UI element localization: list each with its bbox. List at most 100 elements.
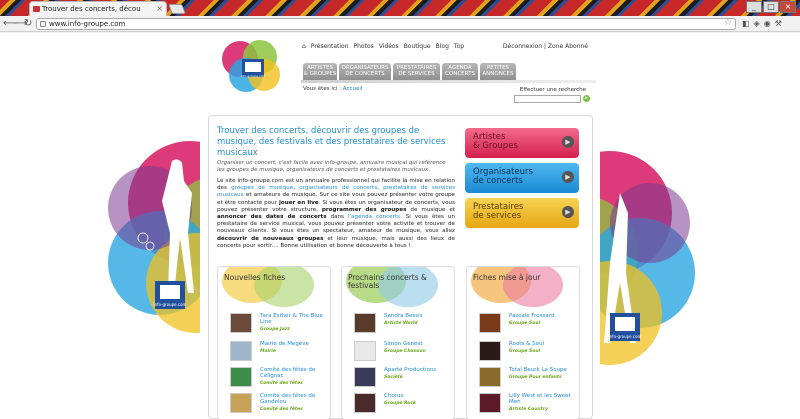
list-item[interactable]: Comité des fêtes de Gandelou Comité des f… — [230, 393, 326, 415]
item-category: Groupe Chanson — [384, 349, 426, 354]
item-title[interactable]: Comité des fêtes de Gandelou — [260, 393, 328, 405]
menu-label: DE SERVICES — [398, 71, 435, 77]
item-category: Société — [384, 375, 403, 380]
menu-artistes[interactable]: ARTISTES & GROUPES — [303, 63, 337, 80]
thumbnail — [354, 341, 376, 361]
item-category: Groupe Pour enfants — [509, 375, 562, 380]
page-title: Trouver des concerts, découvrir des grou… — [217, 126, 446, 158]
list-item[interactable]: Mairie de Megève Mairie — [230, 341, 326, 363]
arrow-right-icon: ▶ — [562, 206, 574, 218]
nav-blog[interactable]: Blog — [436, 43, 449, 50]
minimize-button[interactable]: _ — [746, 1, 762, 13]
panel-title: Fiches mise à jour — [473, 273, 541, 282]
breadcrumb-home-link[interactable]: Accueil — [343, 86, 363, 92]
bookmark-star-icon[interactable]: ☆ — [724, 18, 732, 28]
nav-photos[interactable]: Photos — [354, 43, 374, 50]
intro-bold: découvrir de nouveaux groupes — [217, 235, 324, 242]
link-agenda[interactable]: l'agenda concerts — [348, 214, 400, 220]
browser-titlebar: Trouver des concerts, décou × _ □ × — [0, 0, 800, 16]
item-title[interactable]: Pascale Frossard — [509, 313, 577, 319]
item-title[interactable]: Aparté Productions — [384, 367, 452, 373]
panel-title: Prochains concerts & festivals — [348, 273, 427, 290]
menu-label: & GROUPES — [303, 71, 337, 77]
nav-videos[interactable]: Vidéos — [379, 43, 399, 50]
list-item[interactable]: Comité des fêtes de Celignac Comité des f… — [230, 367, 326, 389]
menu-prestataires[interactable]: PRESTATAIRES DE SERVICES — [393, 63, 440, 80]
item-title[interactable]: Tara Esther & The Blue Line — [260, 313, 328, 325]
breadcrumb: Vous êtes ici : Accueil — [303, 86, 362, 92]
wrench-icon[interactable]: ⚒ — [775, 18, 782, 30]
extension-icons: ◧ ◈ ◉ ⚒ — [742, 18, 782, 30]
window-controls: _ □ × — [746, 1, 796, 14]
thumbnail — [230, 313, 252, 333]
item-title[interactable]: Total Beurk La Soupe — [509, 367, 577, 373]
new-tab-button[interactable] — [168, 4, 186, 14]
reload-icon[interactable]: ↻ — [24, 18, 32, 30]
intro-bold: programmer des groupes — [321, 206, 407, 213]
logo-text: info-groupe.com — [241, 74, 266, 78]
item-title[interactable]: Sandra Bessis — [384, 313, 452, 319]
account-links[interactable]: Déconnexion | Zone Abonné — [503, 43, 588, 50]
item-category: Artiste Country — [509, 407, 548, 412]
extension-icon[interactable]: ◉ — [764, 18, 771, 30]
search-input[interactable] — [514, 95, 581, 103]
item-title[interactable]: Roots & Soul — [509, 341, 577, 347]
list-item[interactable]: Aparté Productions Société — [354, 367, 450, 389]
site-logo[interactable]: info-groupe.com — [218, 37, 286, 95]
thumbnail — [230, 341, 252, 361]
list-item[interactable]: Simon Genest Groupe Chanson — [354, 341, 450, 363]
close-window-button[interactable]: × — [780, 1, 796, 13]
right-logo-text: info-groupe.com — [609, 334, 642, 339]
item-title[interactable]: Mairie de Megève — [260, 341, 328, 347]
favicon-icon — [33, 6, 40, 12]
list-item[interactable]: Pascale Frossard Groupe Soul — [479, 313, 575, 335]
home-icon[interactable]: ⌂ — [302, 43, 306, 50]
main-content: Trouver des concerts, découvrir des grou… — [208, 115, 593, 419]
item-title[interactable]: Comité des fêtes de Celignac — [260, 367, 328, 379]
panel-header: Fiches mise à jour — [467, 267, 579, 307]
page-icon — [40, 21, 46, 27]
top-nav: ⌂ Présentation Photos Vidéos Boutique Bl… — [302, 43, 464, 50]
intro-text: dans — [326, 214, 348, 221]
extension-icon[interactable]: ◈ — [754, 18, 760, 30]
nav-boutique[interactable]: Boutique — [404, 43, 431, 50]
search-label: Effectuer une recherche — [519, 87, 586, 93]
search-go-button[interactable]: ▸ — [583, 95, 590, 102]
link-organisateurs[interactable]: organisateurs de concerts — [299, 185, 377, 191]
item-title[interactable]: Simon Genest — [384, 341, 452, 347]
item-title[interactable]: Lilly West et les Sweet Men — [509, 393, 577, 405]
list-item[interactable]: Total Beurk La Soupe Groupe Pour enfants — [479, 367, 575, 389]
close-tab-icon[interactable]: × — [156, 2, 163, 16]
maximize-button[interactable]: □ — [763, 1, 779, 13]
item-category: Groupe Rock — [384, 401, 417, 406]
menu-organisateurs[interactable]: ORGANISATEURS DE CONCERTS — [339, 63, 391, 80]
list-item[interactable]: Chorus Groupe Rock — [354, 393, 450, 415]
link-groupes[interactable]: groupes de musique — [231, 185, 293, 191]
menu-annonces[interactable]: PETITES ANNONCES — [480, 63, 516, 80]
artistes-button[interactable]: Artistes & Groupes ▶ — [465, 128, 579, 158]
item-category: Groupe Jazz — [260, 327, 290, 332]
list-item[interactable]: Lilly West et les Sweet Men Artiste Count… — [479, 393, 575, 415]
item-category: Comité des fêtes — [260, 407, 303, 412]
organisateurs-button[interactable]: Organisateurs de concerts ▶ — [465, 163, 579, 193]
intro-body: Le site info-groupe.com est un annuaire … — [217, 178, 455, 250]
arrow-right-icon: ▶ — [562, 171, 574, 183]
list-item[interactable]: Roots & Soul Groupe Soul — [479, 341, 575, 363]
nav-top[interactable]: Top — [454, 43, 464, 50]
tab-title: Trouver des concerts, décou — [42, 5, 141, 13]
address-bar[interactable]: www.info-groupe.com ☆ — [36, 18, 736, 30]
list-item[interactable]: Tara Esther & The Blue Line Groupe Jazz — [230, 313, 326, 335]
item-title[interactable]: Chorus — [384, 393, 452, 399]
nav-presentation[interactable]: Présentation — [311, 43, 349, 50]
thumbnail — [230, 393, 252, 413]
left-logo-text: info-groupe.com — [154, 302, 187, 307]
menu-agenda[interactable]: AGENDA CONCERTS — [442, 63, 478, 80]
browser-tab[interactable]: Trouver des concerts, décou × — [29, 1, 167, 16]
right-decoration: info-groupe.com — [600, 151, 695, 365]
panel-header: Nouvelles fiches — [218, 267, 330, 307]
nouvelles-fiches-panel: Nouvelles fiches Tara Esther & The Blue … — [217, 266, 331, 419]
prestataires-button[interactable]: Prestataires de services ▶ — [465, 198, 579, 228]
thumbnail — [479, 313, 501, 333]
list-item[interactable]: Sandra Bessis Artiste World — [354, 313, 450, 335]
extension-icon[interactable]: ◧ — [742, 18, 750, 30]
